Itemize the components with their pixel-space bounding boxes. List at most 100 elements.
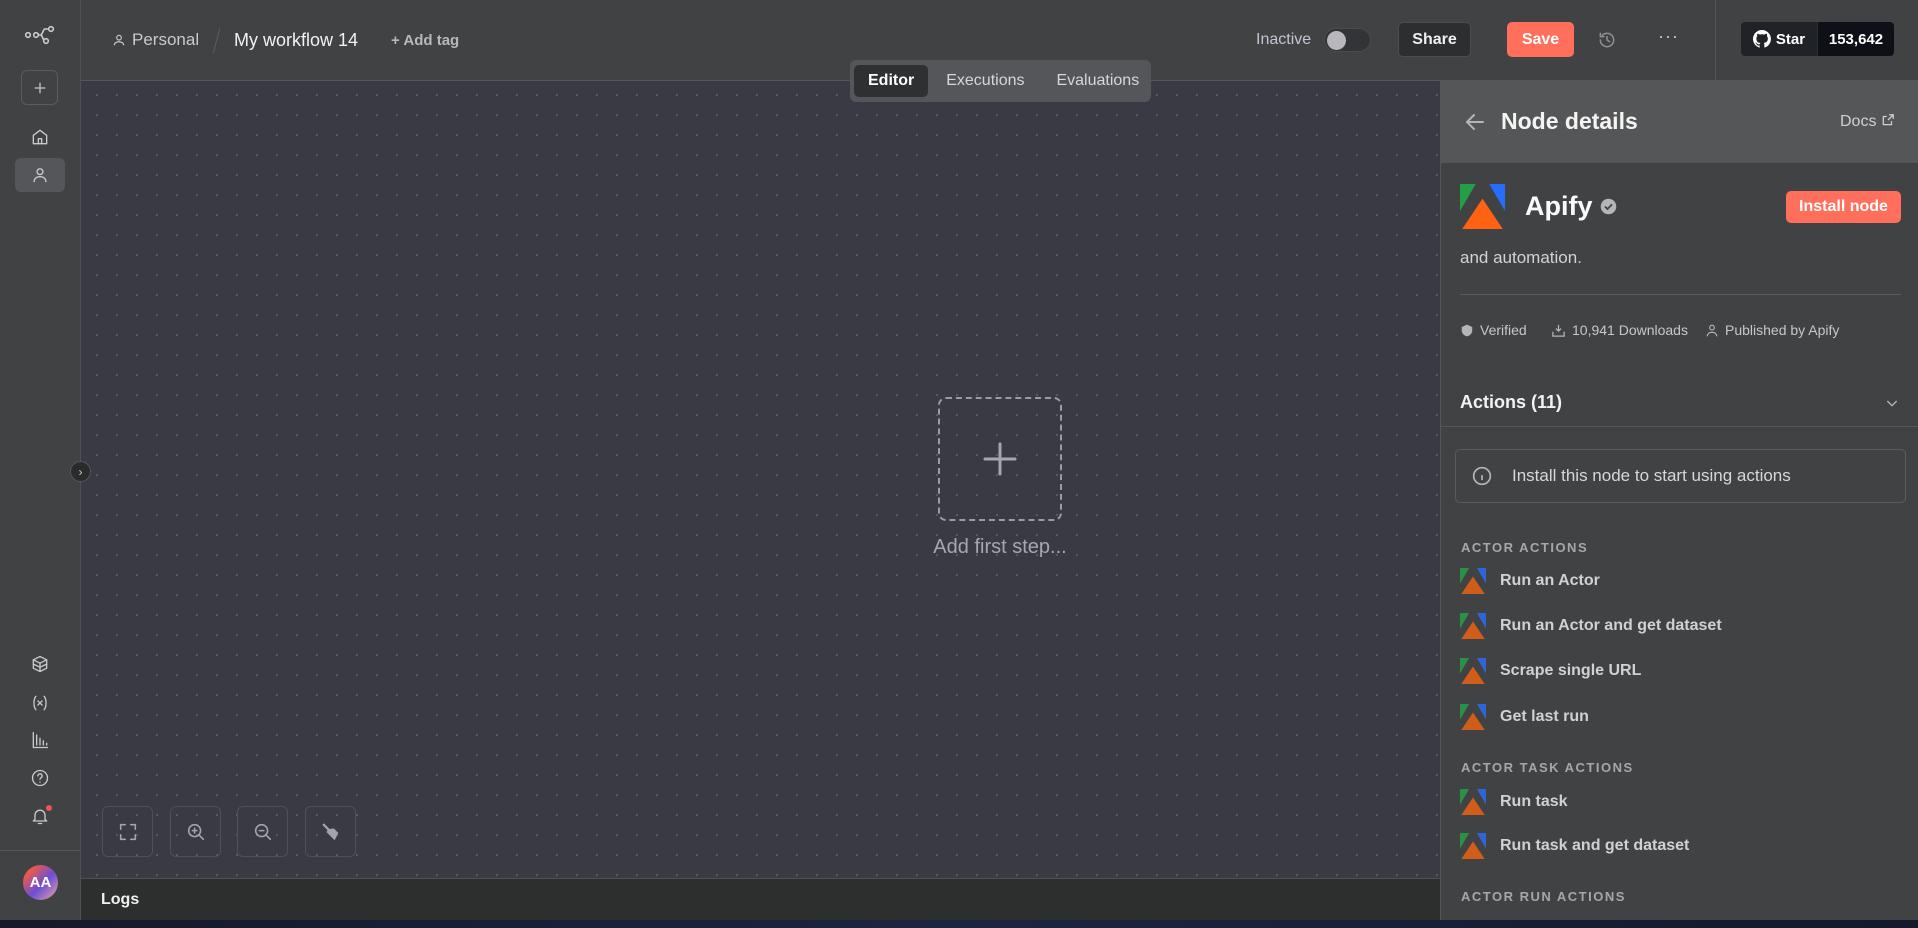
- insights-icon[interactable]: [15, 723, 65, 757]
- docs-label: Docs: [1840, 113, 1877, 130]
- add-tag-button[interactable]: + Add tag: [391, 32, 459, 49]
- verified-badge-icon: [1600, 198, 1616, 215]
- action-label: Run task: [1500, 793, 1568, 810]
- zoom-in-button[interactable]: [170, 806, 221, 857]
- tab-editor[interactable]: Editor: [854, 65, 929, 97]
- install-notice: Install this node to start using actions: [1455, 449, 1906, 503]
- plus-icon: [983, 442, 1017, 476]
- downloads-meta: 10,941 Downloads: [1551, 322, 1688, 338]
- apify-icon: [1460, 833, 1486, 859]
- n8n-logo-icon[interactable]: [15, 18, 65, 52]
- workflow-canvas[interactable]: Add first step...: [81, 81, 1440, 878]
- github-icon: [1752, 30, 1771, 48]
- add-first-step-label: Add first step...: [933, 536, 1067, 558]
- fit-view-icon: [119, 823, 136, 840]
- section-actor-task-actions: ACTOR TASK ACTIONS: [1461, 760, 1634, 775]
- notification-dot: [46, 805, 52, 811]
- action-item[interactable]: Run task and get dataset: [1441, 828, 1918, 864]
- fit-view-button[interactable]: [102, 806, 153, 857]
- publisher-label: Published by Apify: [1725, 322, 1840, 338]
- panel-header: Node details Docs: [1441, 81, 1918, 163]
- save-button[interactable]: Save: [1507, 22, 1574, 57]
- section-actor-run-actions: ACTOR RUN ACTIONS: [1461, 889, 1626, 904]
- star-label: Star: [1775, 30, 1806, 48]
- shield-icon: [1461, 324, 1473, 336]
- action-label: Get last run: [1500, 708, 1589, 725]
- templates-icon[interactable]: [15, 647, 65, 681]
- view-tabs: Editor Executions Evaluations: [850, 60, 1151, 102]
- logs-label: Logs: [101, 891, 140, 908]
- zoom-out-button[interactable]: [237, 806, 288, 857]
- notice-text: Install this node to start using actions: [1512, 466, 1791, 485]
- logs-bar[interactable]: Logs: [81, 878, 1440, 920]
- star-count: 153,642: [1817, 22, 1894, 56]
- status-label: Inactive: [1256, 31, 1312, 48]
- tab-evaluations[interactable]: Evaluations: [1042, 65, 1153, 97]
- action-item[interactable]: Run task: [1441, 784, 1918, 820]
- share-button[interactable]: Share: [1398, 22, 1471, 57]
- tab-executions[interactable]: Executions: [932, 65, 1038, 97]
- node-title: Apify: [1525, 191, 1617, 222]
- node-details-panel: Node details Docs Apify Install node and…: [1440, 81, 1918, 920]
- home-icon[interactable]: [15, 120, 65, 154]
- download-icon: [1552, 324, 1565, 337]
- zoom-in-icon: [187, 823, 204, 840]
- expand-sidebar-button[interactable]: ›: [70, 461, 91, 482]
- more-options-icon[interactable]: ···: [1658, 26, 1679, 47]
- verified-label: Verified: [1480, 322, 1527, 338]
- action-item[interactable]: Scrape single URL: [1441, 653, 1918, 689]
- section-actor-actions: ACTOR ACTIONS: [1461, 540, 1589, 555]
- apify-logo-icon: [1460, 184, 1505, 229]
- action-item[interactable]: Run an Actor and get dataset: [1441, 608, 1918, 644]
- action-item[interactable]: Get last run: [1441, 699, 1918, 735]
- apify-icon: [1460, 789, 1486, 815]
- docs-link[interactable]: Docs: [1840, 113, 1895, 131]
- external-link-icon: [1883, 114, 1895, 126]
- apify-icon: [1460, 568, 1486, 594]
- downloads-label: 10,941 Downloads: [1572, 322, 1688, 338]
- divider: [1460, 294, 1901, 295]
- back-button[interactable]: [1463, 110, 1487, 139]
- header-divider: [1715, 0, 1716, 80]
- breadcrumb-separator: [212, 28, 221, 54]
- project-name: Personal: [132, 30, 200, 49]
- active-toggle[interactable]: [1324, 28, 1371, 52]
- panel-title: Node details: [1501, 108, 1638, 134]
- node-name: Apify: [1525, 191, 1593, 221]
- personal-icon[interactable]: [15, 158, 65, 192]
- person-icon: [113, 34, 125, 46]
- notifications-icon[interactable]: [15, 799, 65, 833]
- variables-icon[interactable]: [15, 686, 65, 720]
- breadcrumb-project[interactable]: Personal: [112, 30, 199, 50]
- toggle-knob: [1327, 31, 1346, 50]
- action-label: Scrape single URL: [1500, 662, 1642, 679]
- action-item[interactable]: Run an Actor: [1441, 563, 1918, 599]
- broom-icon: [322, 823, 338, 840]
- apify-icon: [1460, 658, 1486, 684]
- history-icon[interactable]: [1597, 30, 1617, 55]
- sidebar: AA: [0, 0, 81, 920]
- node-description: and automation.: [1460, 248, 1582, 267]
- apify-icon: [1460, 613, 1486, 639]
- avatar[interactable]: AA: [23, 865, 58, 900]
- action-label: Run an Actor and get dataset: [1500, 617, 1722, 634]
- action-label: Run task and get dataset: [1500, 837, 1690, 854]
- tidy-up-button[interactable]: [305, 806, 356, 857]
- divider: [1441, 426, 1918, 427]
- zoom-out-icon: [254, 823, 271, 840]
- actions-header: Actions (11): [1460, 392, 1563, 412]
- help-icon[interactable]: [15, 761, 65, 795]
- info-icon: [1472, 466, 1492, 486]
- actions-accordion[interactable]: Actions (11): [1441, 381, 1918, 426]
- publisher-meta: Published by Apify: [1705, 322, 1839, 338]
- action-label: Run an Actor: [1500, 572, 1600, 589]
- github-star-button[interactable]: Star 153,642: [1741, 22, 1894, 56]
- create-button[interactable]: [21, 70, 58, 105]
- install-node-button[interactable]: Install node: [1786, 191, 1901, 223]
- verified-meta: Verified: [1460, 322, 1527, 338]
- workflow-name[interactable]: My workflow 14: [234, 30, 358, 51]
- chevron-right-icon: ›: [78, 464, 83, 479]
- chevron-down-icon: [1886, 400, 1898, 407]
- sidebar-divider: [0, 850, 80, 851]
- add-first-step-button[interactable]: [938, 397, 1062, 521]
